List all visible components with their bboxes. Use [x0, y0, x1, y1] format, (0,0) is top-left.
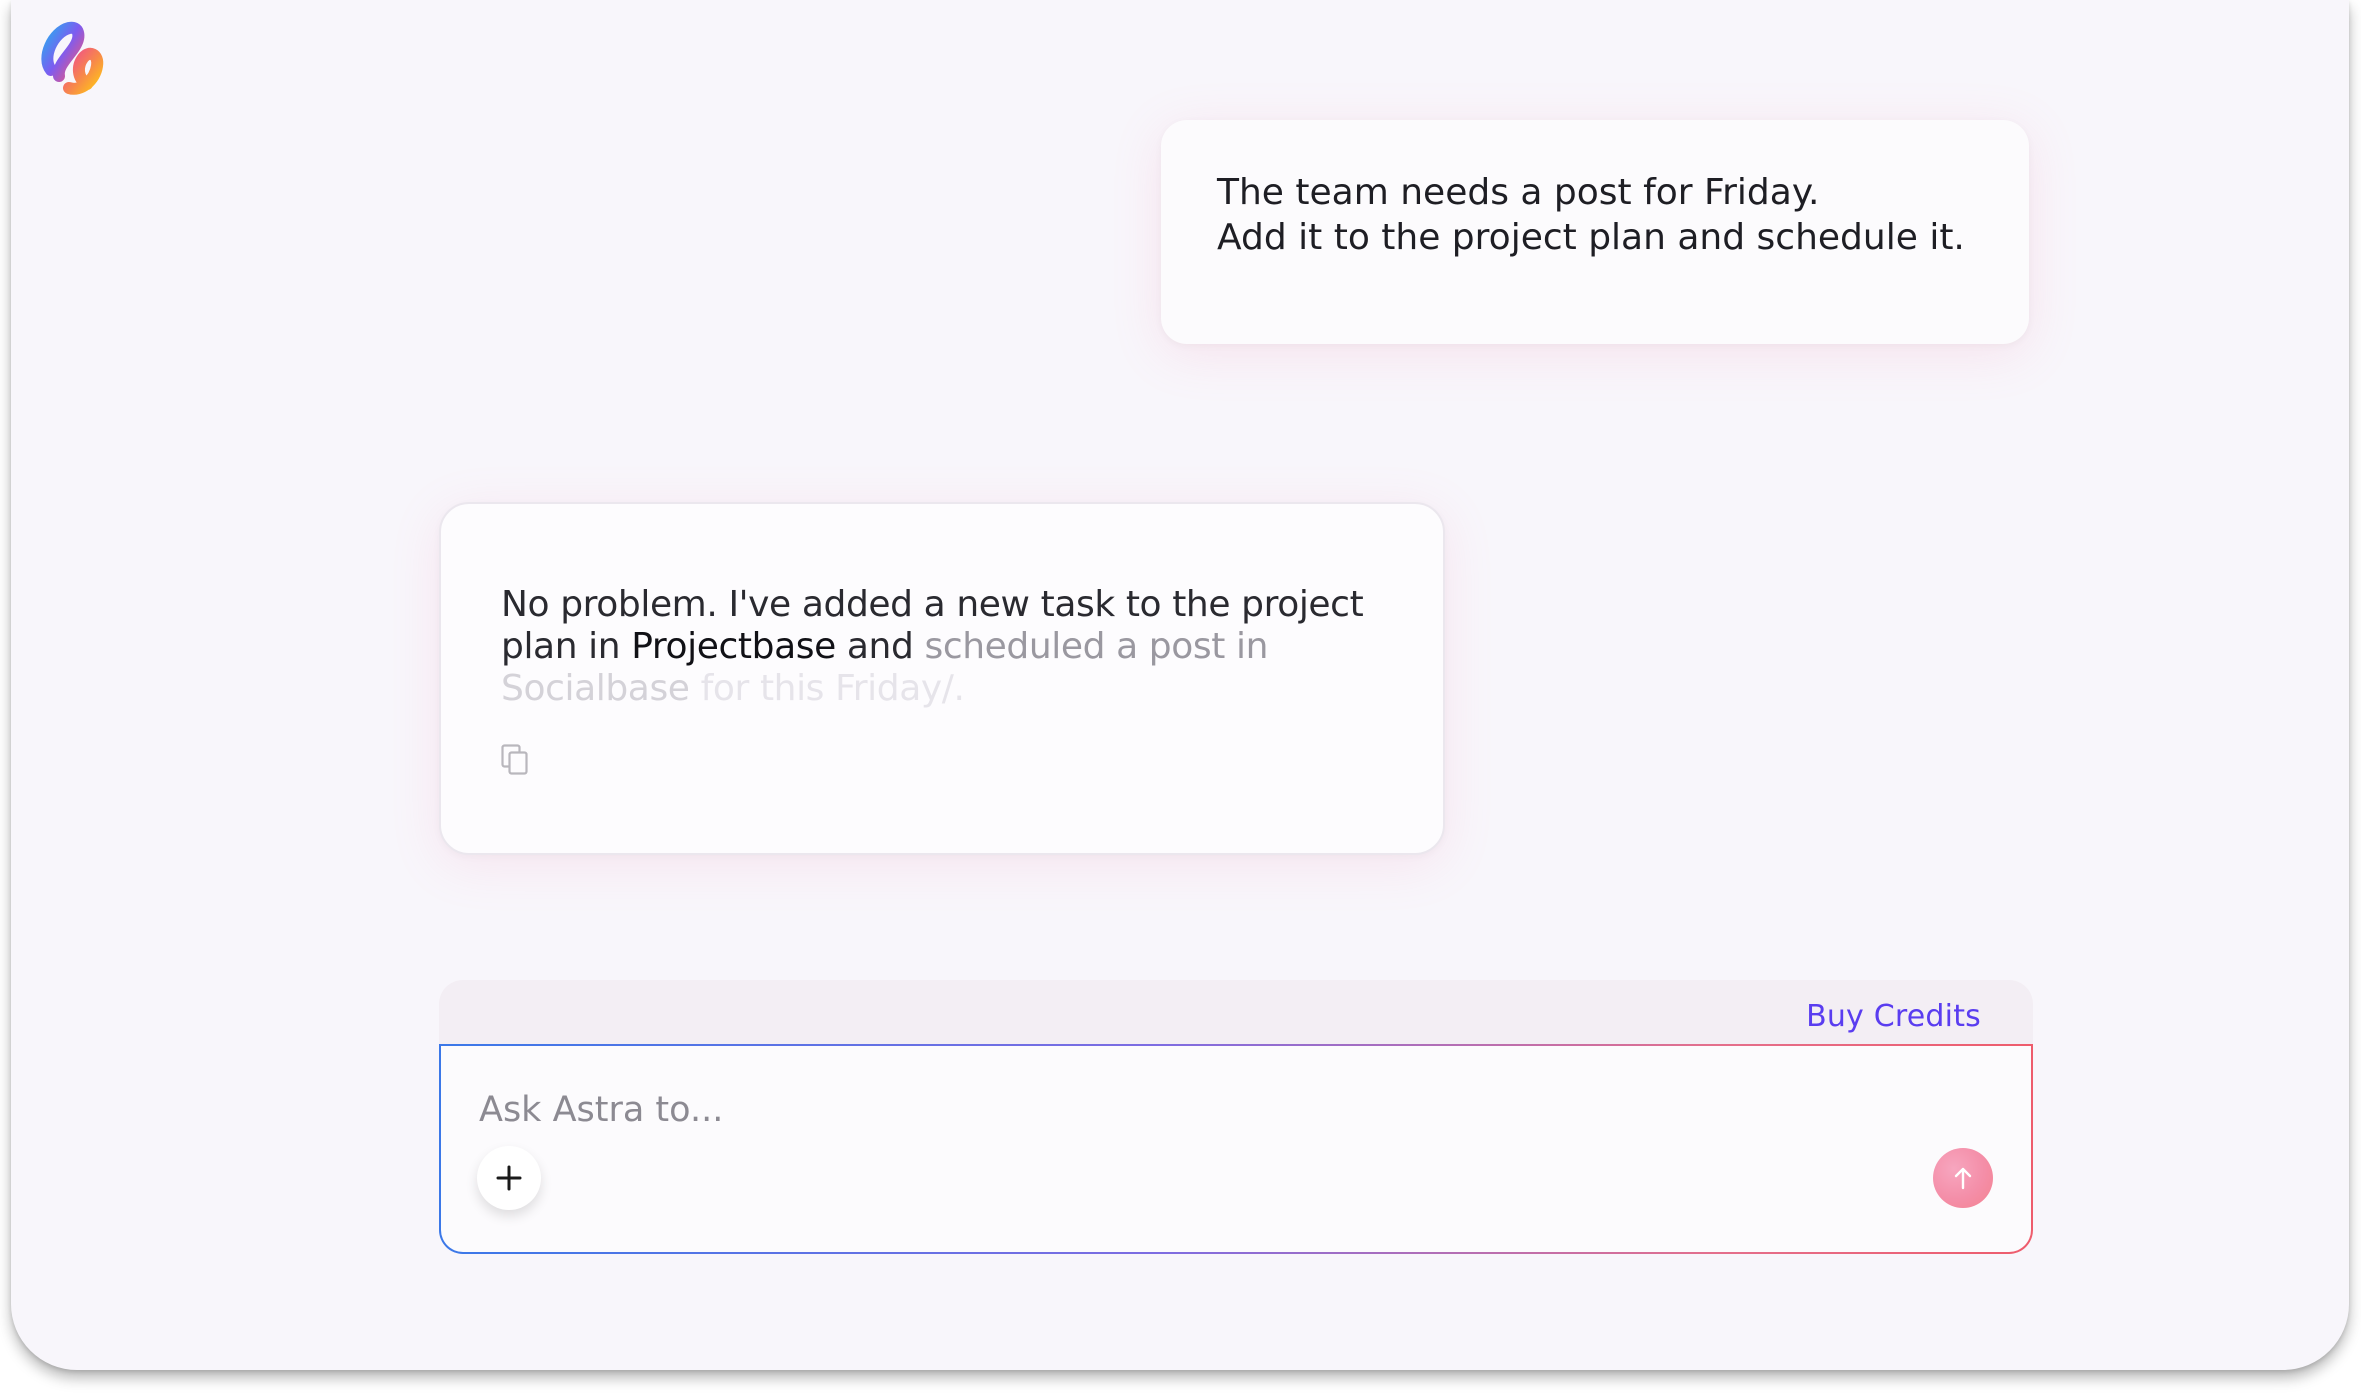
socialbase-mention: Socialbase	[501, 668, 690, 709]
user-message-line: Add it to the project plan and schedule …	[1217, 217, 1965, 258]
assistant-message-bubble: No problem. I've added a new task to the…	[439, 502, 1445, 855]
projectbase-mention: Projectbase	[631, 626, 836, 667]
app-window: The team needs a post for Friday. Add it…	[11, 0, 2349, 1370]
prompt-input-container	[441, 1046, 2031, 1252]
copy-icon[interactable]	[501, 744, 531, 776]
arrow-up-icon	[1954, 1167, 1972, 1190]
composer: Buy Credits	[439, 980, 2033, 1254]
assistant-text-segment: and	[835, 626, 925, 667]
user-message-bubble: The team needs a post for Friday. Add it…	[1161, 120, 2029, 344]
send-button[interactable]	[1933, 1148, 1993, 1208]
assistant-text-segment-fading: scheduled a post in	[924, 626, 1269, 667]
user-message-line: The team needs a post for Friday.	[1217, 172, 1820, 213]
buy-credits-link[interactable]: Buy Credits	[1806, 999, 1981, 1034]
prompt-input-frame	[439, 1044, 2033, 1254]
assistant-text-segment-faint: for this Friday/.	[689, 668, 965, 709]
prompt-input[interactable]	[477, 1084, 1881, 1136]
plus-icon	[496, 1165, 522, 1191]
astra-logo-icon	[41, 21, 104, 95]
add-attachment-button[interactable]	[477, 1146, 541, 1210]
assistant-message-text: No problem. I've added a new task to the…	[501, 584, 1401, 710]
